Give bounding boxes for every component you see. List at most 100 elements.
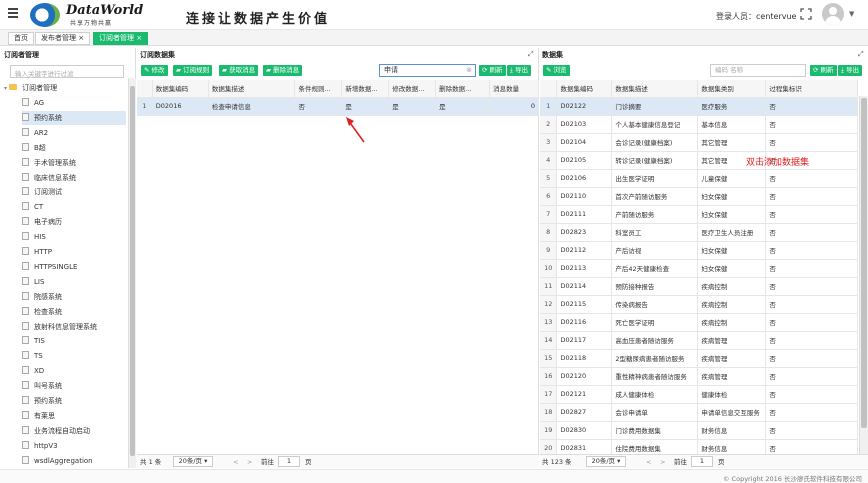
table-row[interactable]: 5 D02106 出生医学证明 儿童保健否 <box>540 169 858 188</box>
tree-item[interactable]: 有莱思 <box>22 409 55 423</box>
tree-item[interactable]: CT <box>22 200 43 214</box>
tree-item[interactable]: B超 <box>22 141 46 155</box>
col-header[interactable]: 过程集标识 <box>765 80 858 98</box>
col-header[interactable]: 条件规则... <box>294 80 343 98</box>
tree-item[interactable]: 预约系统 <box>22 110 126 125</box>
table-row[interactable]: 17 D02121 成人健康体检 健康体检否 <box>540 385 858 404</box>
tree-item[interactable]: 放射科信息管理系统 <box>22 320 97 334</box>
prev-page-icon[interactable]: < <box>233 455 238 469</box>
col-header[interactable]: 删除数据... <box>435 80 491 98</box>
next-page-icon[interactable]: > <box>660 455 665 469</box>
col-header[interactable]: 数据集编码 <box>152 80 209 98</box>
tab-subscriber[interactable]: 订阅者管理 × <box>93 32 149 45</box>
refresh-button[interactable]: ⟳ 刷新 <box>479 65 506 76</box>
col-header[interactable]: 修改数据... <box>388 80 437 98</box>
tree-item[interactable]: 院感系统 <box>22 290 62 304</box>
tree-item[interactable]: HIS <box>22 230 46 244</box>
tree-item[interactable]: wsdlAggregation <box>22 454 93 468</box>
tree-item[interactable]: HTTP <box>22 245 52 259</box>
tree-item[interactable]: httpV3 <box>22 439 58 453</box>
tree-scrollbar[interactable] <box>128 78 136 468</box>
tree-item[interactable]: 业务流程自动启动 <box>22 424 90 438</box>
page-number-input[interactable]: 1 <box>278 456 300 467</box>
fetch-messages-button[interactable]: ▰ 获取消息 <box>219 65 259 76</box>
datasets-scrollbar[interactable] <box>859 96 868 454</box>
logo-title: DataWorld <box>66 3 144 18</box>
cell-desc: 2型糖尿病患者随访服务 <box>611 349 699 368</box>
refresh-icon: ⟳ <box>813 66 821 74</box>
tree-item[interactable]: AG <box>22 96 44 110</box>
col-header[interactable]: 数据集编码 <box>556 80 613 98</box>
page-number-input[interactable]: 1 <box>691 456 713 467</box>
table-row[interactable]: 9 D02112 产后访视 妇女保健否 <box>540 241 858 260</box>
edit-button[interactable]: ✎ 修改 <box>141 65 168 76</box>
export-button[interactable]: ⤓ 导出 <box>507 65 531 76</box>
table-row[interactable]: 16 D02120 重性精神病患者随访服务 疾病管理否 <box>540 367 858 386</box>
page-size-select[interactable]: 20条/页 ▾ <box>586 456 626 467</box>
dataset-filter-input[interactable]: 编码 名称 <box>710 64 806 77</box>
cell-flag: 否 <box>765 205 858 224</box>
tree-item[interactable]: 预约系统 <box>22 394 62 408</box>
table-row[interactable]: 2 D02103 个人基本健康信息登记 基本信息否 <box>540 115 858 134</box>
document-icon <box>22 261 29 270</box>
table-row[interactable]: 18 D02827 会诊申请单 申请单信息交互服务否 <box>540 403 858 422</box>
table-row[interactable]: 6 D02110 首次产前随访服务 妇女保健否 <box>540 187 858 206</box>
expand-icon[interactable]: ⤢ <box>528 50 534 59</box>
col-header[interactable]: 消息数量 <box>489 80 539 98</box>
table-row[interactable]: 3 D02104 会诊记录(健康档案) 其它管理否 <box>540 133 858 152</box>
tab-home[interactable]: 首页 <box>8 32 34 45</box>
table-row[interactable]: 14 D02117 高血压患者随访服务 疾病管理否 <box>540 331 858 350</box>
tree-item[interactable]: 临床信息系统 <box>22 171 76 185</box>
page-size-select[interactable]: 20条/页 ▾ <box>173 456 213 467</box>
avatar[interactable] <box>822 3 844 25</box>
tree-item[interactable]: 订阅测试 <box>22 185 62 199</box>
table-row[interactable]: 4 D02105 转诊记录(健康档案) 其它管理否 <box>540 151 858 170</box>
refresh-button[interactable]: ⟳ 刷新 <box>810 65 837 76</box>
menu-icon[interactable] <box>8 8 18 18</box>
chevron-down-icon[interactable]: ▼ <box>849 10 854 18</box>
clear-icon[interactable]: ⊗ <box>466 65 472 76</box>
tree-item[interactable]: 手术管理系统 <box>22 156 76 170</box>
document-icon <box>22 351 29 360</box>
subscribe-rules-button[interactable]: ▰ 订阅规则 <box>173 65 213 76</box>
dataset-search-input[interactable]: 申请 ⊗ <box>379 64 476 77</box>
table-row[interactable]: 13 D02116 死亡医学证明 疾病控制否 <box>540 313 858 332</box>
tree-item[interactable]: TS <box>22 349 43 363</box>
tree-root[interactable]: ▾ 订阅者管理 <box>4 82 57 94</box>
table-row[interactable]: 10 D02113 产后42天健康检查 妇女保健否 <box>540 259 858 278</box>
table-row[interactable]: 15 D02118 2型糖尿病患者随访服务 疾病管理否 <box>540 349 858 368</box>
fullscreen-icon[interactable] <box>800 8 812 20</box>
table-row[interactable]: 12 D02115 传染病报告 疾病控制否 <box>540 295 858 314</box>
table-row[interactable]: 19 D02830 门诊费用数据集 财务信息否 <box>540 421 858 440</box>
delete-messages-button[interactable]: ▰ 删除消息 <box>263 65 303 76</box>
next-page-icon[interactable]: > <box>247 455 252 469</box>
table-row[interactable]: 11 D02114 预防接种报告 疾病控制否 <box>540 277 858 296</box>
cell-flag: 否 <box>765 421 858 440</box>
tree-item[interactable]: HTTPSINGLE <box>22 260 77 274</box>
tree-item[interactable]: 叫号系统 <box>22 379 62 393</box>
browse-button[interactable]: ✎ 浏览 <box>543 65 570 76</box>
tree-item[interactable]: LIS <box>22 275 44 289</box>
export-button[interactable]: ⤓ 导出 <box>838 65 862 76</box>
table-row[interactable]: 1 D02016 检查申请信息 否 是 是 是 0 <box>137 97 539 116</box>
tree-item-label: 预约系统 <box>34 113 62 122</box>
tree-item-label: 放射科信息管理系统 <box>34 322 97 331</box>
col-header[interactable]: 数据集类别 <box>697 80 767 98</box>
table-row[interactable]: 1 D02122 门诊摘要 医疗服务否 <box>540 97 858 116</box>
table-row[interactable]: 8 D02823 科室员工 医疗卫生人员注册否 <box>540 223 858 242</box>
tree-item[interactable]: XD <box>22 364 44 378</box>
col-header[interactable]: 新增数据... <box>341 80 390 98</box>
table-row[interactable]: 7 D02111 产前随访服务 妇女保健否 <box>540 205 858 224</box>
tree-item[interactable]: TIS <box>22 334 45 348</box>
tree-filter-input[interactable]: 输入关键字进行过滤 <box>10 65 124 78</box>
tree-item[interactable]: AR2 <box>22 126 48 140</box>
prev-page-icon[interactable]: < <box>646 455 651 469</box>
double-click-hint: 双击添加数据集 <box>746 158 810 168</box>
tab-publisher[interactable]: 发布者管理 × <box>35 32 91 45</box>
col-header[interactable]: 数据集描述 <box>611 80 699 98</box>
tree-item-label: 叫号系统 <box>34 382 62 391</box>
tree-item[interactable]: 检查系统 <box>22 305 62 319</box>
expand-icon[interactable]: ⤢ <box>858 50 864 59</box>
tree-item[interactable]: 电子病历 <box>22 215 62 229</box>
col-header[interactable]: 数据集描述 <box>208 80 296 98</box>
